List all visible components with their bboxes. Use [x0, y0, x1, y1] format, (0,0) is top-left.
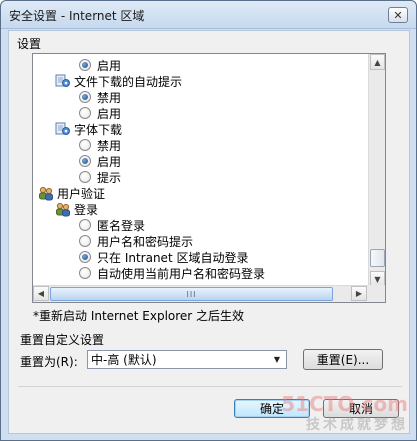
- option-label: 只在 Intranet 区域自动登录: [97, 250, 249, 265]
- scroll-down-icon: ▼: [374, 274, 381, 284]
- settings-category[interactable]: 字体下载: [55, 121, 122, 137]
- ok-button[interactable]: 确定: [234, 399, 310, 418]
- settings-list: 启用 文件下载的自动提示 禁用 启用 字体下载 禁用 启用 提示 用户验证 登录 匿名登录 用户名和密…: [32, 53, 386, 303]
- settings-category[interactable]: 用户验证: [38, 185, 105, 201]
- scroll-left-icon: ◀: [37, 289, 45, 298]
- radio-checked-icon[interactable]: [79, 59, 91, 71]
- settings-category[interactable]: 文件下载的自动提示: [55, 73, 182, 89]
- settings-group-label: 设置: [17, 37, 42, 51]
- settings-tree: 启用 文件下载的自动提示 禁用 启用 字体下载 禁用 启用 提示 用户验证 登录 匿名登录 用户名和密…: [33, 54, 368, 287]
- radio-option[interactable]: 自动使用当前用户名和密码登录: [79, 265, 265, 281]
- radio-option[interactable]: 禁用: [79, 89, 121, 105]
- radio-unchecked-icon[interactable]: [79, 219, 91, 231]
- scroll-left-button[interactable]: ◀: [33, 286, 49, 301]
- radio-option[interactable]: 匿名登录: [79, 217, 145, 233]
- horizontal-scrollbar[interactable]: ◀ III ▶: [33, 285, 368, 302]
- cancel-button[interactable]: 取消: [323, 399, 399, 418]
- grip-icon: III: [186, 289, 197, 299]
- scroll-up-button[interactable]: ▲: [370, 54, 385, 70]
- users-icon: [55, 201, 71, 217]
- radio-unchecked-icon[interactable]: [79, 235, 91, 247]
- users-icon: [38, 185, 54, 201]
- scroll-corner: [368, 285, 385, 302]
- divider: [18, 386, 402, 387]
- radio-unchecked-icon[interactable]: [79, 267, 91, 279]
- reset-level-value: 中-高 (默认): [91, 353, 157, 367]
- radio-option[interactable]: 启用: [79, 153, 121, 169]
- radio-unchecked-icon[interactable]: [79, 139, 91, 151]
- reset-to-label: 重置为(R):: [20, 355, 78, 369]
- reset-button[interactable]: 重置(E)...: [303, 349, 383, 370]
- option-label: 启用: [97, 58, 122, 73]
- option-label: 禁用: [97, 138, 122, 153]
- scroll-right-icon: ▶: [355, 289, 363, 298]
- chevron-down-icon: ▼: [273, 355, 281, 364]
- settings-category[interactable]: 登录: [55, 201, 98, 217]
- radio-option[interactable]: 启用: [79, 57, 121, 73]
- close-icon: ✕: [393, 8, 403, 22]
- radio-option[interactable]: 用户名和密码提示: [79, 233, 193, 249]
- option-label: 自动使用当前用户名和密码登录: [97, 266, 266, 281]
- radio-option[interactable]: 禁用: [79, 137, 121, 153]
- radio-option[interactable]: 只在 Intranet 区域自动登录: [79, 249, 248, 265]
- vertical-scroll-thumb[interactable]: [370, 249, 385, 267]
- radio-option[interactable]: 提示: [79, 169, 121, 185]
- option-label: 启用: [97, 106, 122, 121]
- radio-checked-icon[interactable]: [79, 251, 91, 263]
- option-label: 文件下载的自动提示: [74, 74, 183, 89]
- option-label: 提示: [97, 170, 122, 185]
- close-button[interactable]: ✕: [388, 7, 408, 23]
- scroll-right-button[interactable]: ▶: [351, 286, 367, 301]
- restart-note: *重新启动 Internet Explorer 之后生效: [33, 309, 245, 323]
- settings-icon: [55, 121, 71, 137]
- vertical-scrollbar[interactable]: ▲ ▼: [368, 54, 385, 287]
- option-label: 禁用: [97, 90, 122, 105]
- option-label: 用户名和密码提示: [97, 234, 194, 249]
- reset-group-title: 重置自定义设置: [20, 333, 105, 347]
- radio-unchecked-icon[interactable]: [79, 171, 91, 183]
- radio-option[interactable]: 启用: [79, 105, 121, 121]
- security-settings-window: 安全设置 - Internet 区域 ✕ 设置 启用 文件下载的自动提示 禁用 启用字…: [0, 0, 417, 441]
- radio-unchecked-icon[interactable]: [79, 107, 91, 119]
- radio-checked-icon[interactable]: [79, 155, 91, 167]
- title-bar[interactable]: 安全设置 - Internet 区域 ✕: [1, 1, 416, 29]
- reset-level-dropdown[interactable]: 中-高 (默认) ▼: [87, 350, 287, 369]
- option-label: 字体下载: [74, 122, 123, 137]
- option-label: 登录: [74, 202, 99, 217]
- option-label: 匿名登录: [97, 218, 146, 233]
- window-title: 安全设置 - Internet 区域: [9, 9, 145, 23]
- option-label: 用户验证: [57, 186, 106, 201]
- option-label: 启用: [97, 154, 122, 169]
- radio-checked-icon[interactable]: [79, 91, 91, 103]
- horizontal-scroll-thumb[interactable]: III: [50, 287, 333, 301]
- scroll-up-icon: ▲: [374, 57, 381, 67]
- settings-icon: [55, 73, 71, 89]
